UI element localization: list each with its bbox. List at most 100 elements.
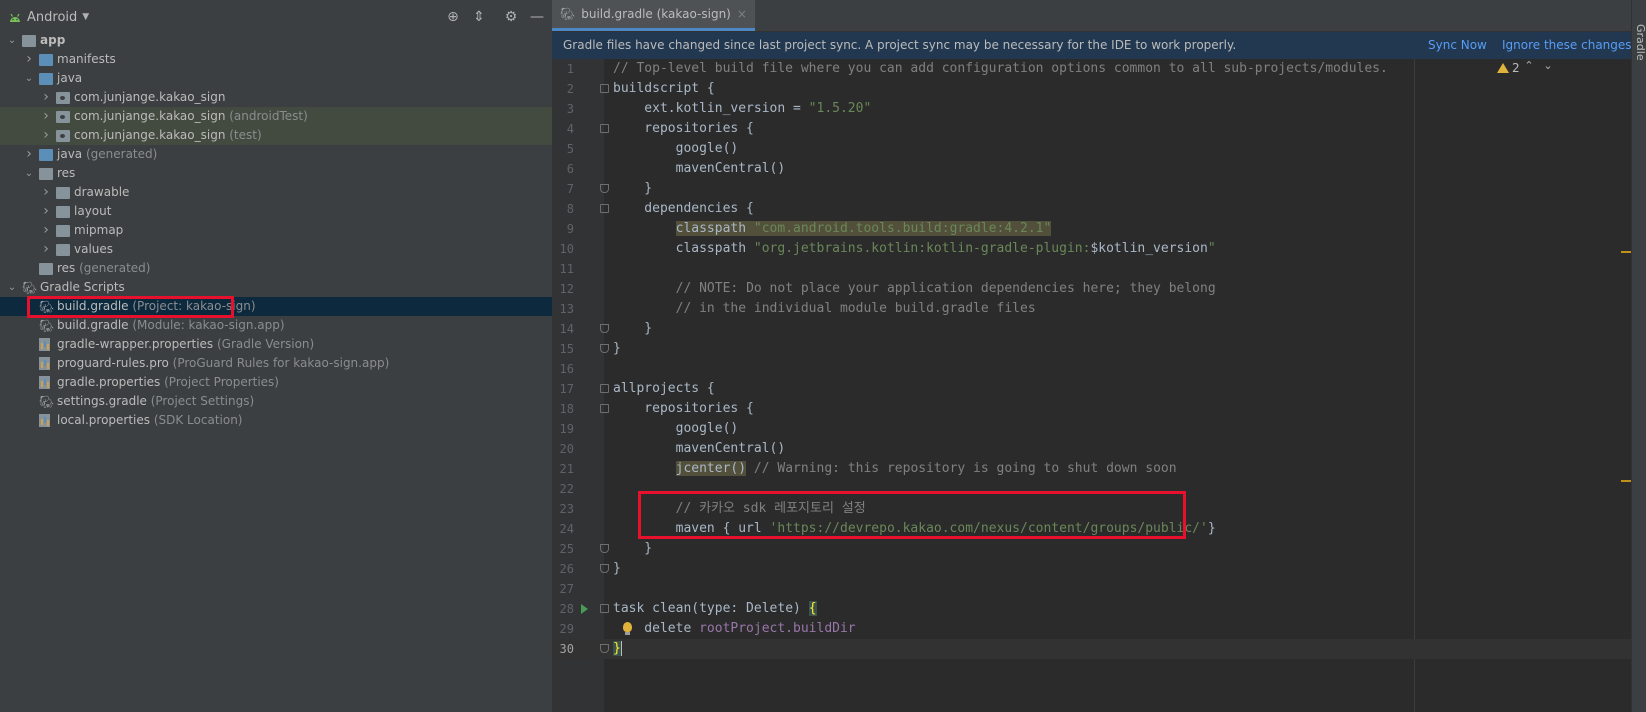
code-token: { bbox=[808, 601, 817, 616]
chevron-right-icon[interactable]: › bbox=[40, 126, 52, 145]
tree-item-name: gradle-wrapper.properties bbox=[57, 337, 214, 351]
code-line[interactable]: 7 } bbox=[552, 179, 1646, 199]
code-line[interactable]: 18 repositories { bbox=[552, 399, 1646, 419]
tab-build-gradle[interactable]: 🐘︎ build.gradle (kakao-sign) × bbox=[552, 0, 755, 31]
tree-item[interactable]: 🐘︎ build.gradle (Module: kakao-sign.app) bbox=[0, 316, 552, 335]
locate-target-icon[interactable]: ⊕ bbox=[444, 8, 462, 26]
fold-marker-icon[interactable] bbox=[600, 644, 609, 653]
tree-item[interactable]: › java (generated) bbox=[0, 145, 552, 164]
fold-marker-icon[interactable] bbox=[600, 604, 609, 613]
code-line[interactable]: 19 google() bbox=[552, 419, 1646, 439]
tree-item[interactable]: ⌄ java bbox=[0, 69, 552, 88]
code-line[interactable]: 14 } bbox=[552, 319, 1646, 339]
code-line[interactable]: 28 task clean(type: Delete) { bbox=[552, 599, 1646, 619]
fold-marker-icon[interactable] bbox=[600, 204, 609, 213]
tree-item[interactable]: ⌄ res bbox=[0, 164, 552, 183]
code-editor[interactable]: 1 // Top-level build file where you can a… bbox=[552, 59, 1646, 712]
tree-item[interactable]: 🐘︎ settings.gradle (Project Settings) bbox=[0, 392, 552, 411]
chevron-right-icon[interactable]: › bbox=[23, 145, 35, 164]
minimize-icon[interactable]: — bbox=[528, 8, 546, 26]
code-line[interactable]: 3 ext.kotlin_version = "1.5.20" bbox=[552, 99, 1646, 119]
code-line[interactable]: 4 repositories { bbox=[552, 119, 1646, 139]
tree-item[interactable]: › com.junjange.kakao_sign (test) bbox=[0, 126, 552, 145]
fold-marker-icon[interactable] bbox=[600, 124, 609, 133]
code-line[interactable]: 27 bbox=[552, 579, 1646, 599]
code-token: } bbox=[613, 561, 621, 576]
tree-item[interactable]: › values bbox=[0, 240, 552, 259]
code-line[interactable]: 17 allprojects { bbox=[552, 379, 1646, 399]
tree-item-suffix: (Module: kakao-sign.app) bbox=[128, 318, 285, 332]
code-line[interactable]: 21 jcenter() // Warning: this repository… bbox=[552, 459, 1646, 479]
code-line[interactable]: 15} bbox=[552, 339, 1646, 359]
fold-marker-icon[interactable] bbox=[600, 384, 609, 393]
tree-item-name: manifests bbox=[57, 52, 116, 66]
tree-item[interactable]: proguard-rules.pro (ProGuard Rules for k… bbox=[0, 354, 552, 373]
tree-item[interactable]: ⌄ 🐘︎ Gradle Scripts bbox=[0, 278, 552, 297]
tree-item[interactable]: › com.junjange.kakao_sign bbox=[0, 88, 552, 107]
text-caret bbox=[620, 641, 622, 656]
chevron-right-icon[interactable]: › bbox=[40, 107, 52, 126]
collapse-all-icon[interactable]: ⇕ bbox=[470, 8, 488, 26]
chevron-right-icon[interactable]: › bbox=[23, 50, 35, 69]
code-token: " bbox=[1207, 241, 1216, 256]
code-line[interactable]: 16 bbox=[552, 359, 1646, 379]
fold-marker-icon[interactable] bbox=[600, 344, 609, 353]
close-icon[interactable]: × bbox=[737, 7, 747, 21]
run-task-icon[interactable] bbox=[581, 604, 588, 614]
code-token: // Warning: this repository is going to … bbox=[746, 461, 1177, 476]
code-line[interactable]: 1 // Top-level build file where you can a… bbox=[552, 59, 1646, 79]
code-line[interactable]: 6 mavenCentral() bbox=[552, 159, 1646, 179]
tree-item-suffix: (ProGuard Rules for kakao-sign.app) bbox=[168, 356, 390, 370]
project-view-selector[interactable]: Android ▼ bbox=[8, 8, 89, 26]
tree-item[interactable]: res (generated) bbox=[0, 259, 552, 278]
code-line[interactable]: 12 // NOTE: Do not place your applicatio… bbox=[552, 279, 1646, 299]
fold-marker-icon[interactable] bbox=[600, 184, 609, 193]
tree-item[interactable]: › layout bbox=[0, 202, 552, 221]
fold-marker-icon[interactable] bbox=[600, 564, 609, 573]
chevron-right-icon[interactable]: › bbox=[40, 183, 52, 202]
code-line[interactable]: 8 dependencies { bbox=[552, 199, 1646, 219]
chevron-right-icon[interactable]: › bbox=[40, 240, 52, 259]
code-line[interactable]: 30} bbox=[552, 639, 1646, 659]
chevron-down-icon[interactable]: ⌄ bbox=[23, 69, 35, 88]
fold-marker-icon[interactable] bbox=[600, 404, 609, 413]
fold-marker-icon[interactable] bbox=[600, 84, 609, 93]
sync-now-link[interactable]: Sync Now bbox=[1428, 32, 1487, 59]
tree-item[interactable]: › mipmap bbox=[0, 221, 552, 240]
properties-file-icon bbox=[39, 338, 50, 351]
tree-item[interactable]: › manifests bbox=[0, 50, 552, 69]
code-line[interactable]: 9 classpath "com.android.tools.build:gra… bbox=[552, 219, 1646, 239]
chevron-down-icon[interactable]: ⌄ bbox=[23, 164, 35, 183]
chevron-right-icon[interactable]: › bbox=[40, 202, 52, 221]
code-line[interactable]: 2 buildscript { bbox=[552, 79, 1646, 99]
gradle-tool-window-strip[interactable]: Gradle bbox=[1631, 0, 1646, 712]
annotation-highlight-box bbox=[638, 491, 1186, 539]
chevron-right-icon[interactable]: › bbox=[40, 221, 52, 240]
tree-item[interactable]: gradle.properties (Project Properties) bbox=[0, 373, 552, 392]
next-highlight-icon[interactable]: ⌄ bbox=[1541, 59, 1555, 75]
fold-marker-icon[interactable] bbox=[600, 544, 609, 553]
code-line[interactable]: 5 google() bbox=[552, 139, 1646, 159]
chevron-down-icon[interactable]: ⌄ bbox=[6, 31, 18, 50]
tree-item[interactable]: › com.junjange.kakao_sign (androidTest) bbox=[0, 107, 552, 126]
code-line[interactable]: 13 // in the individual module build.gra… bbox=[552, 299, 1646, 319]
code-line[interactable]: 10 classpath "org.jetbrains.kotlin:kotli… bbox=[552, 239, 1646, 259]
tree-item[interactable]: ⌄ app bbox=[0, 31, 552, 50]
chevron-down-icon[interactable]: ⌄ bbox=[6, 278, 18, 297]
code-line[interactable]: 26} bbox=[552, 559, 1646, 579]
tree-item[interactable]: › drawable bbox=[0, 183, 552, 202]
tree-item[interactable]: gradle-wrapper.properties (Gradle Versio… bbox=[0, 335, 552, 354]
chevron-right-icon[interactable]: › bbox=[40, 88, 52, 107]
ignore-changes-link[interactable]: Ignore these changes bbox=[1502, 32, 1632, 59]
fold-marker-icon[interactable] bbox=[600, 324, 609, 333]
previous-highlight-icon[interactable]: ⌃ bbox=[1522, 59, 1536, 75]
inspection-warnings[interactable]: 2 bbox=[1497, 60, 1520, 76]
code-line[interactable]: 29 delete rootProject.buildDir bbox=[552, 619, 1646, 639]
tree-item-label: local.properties (SDK Location) bbox=[57, 411, 243, 430]
code-line[interactable]: 25 } bbox=[552, 539, 1646, 559]
code-line[interactable]: 20 mavenCentral() bbox=[552, 439, 1646, 459]
tree-item[interactable]: local.properties (SDK Location) bbox=[0, 411, 552, 430]
gear-icon[interactable]: ⚙ bbox=[502, 8, 520, 26]
code-line[interactable]: 11 bbox=[552, 259, 1646, 279]
tree-item-label: mipmap bbox=[74, 221, 123, 240]
